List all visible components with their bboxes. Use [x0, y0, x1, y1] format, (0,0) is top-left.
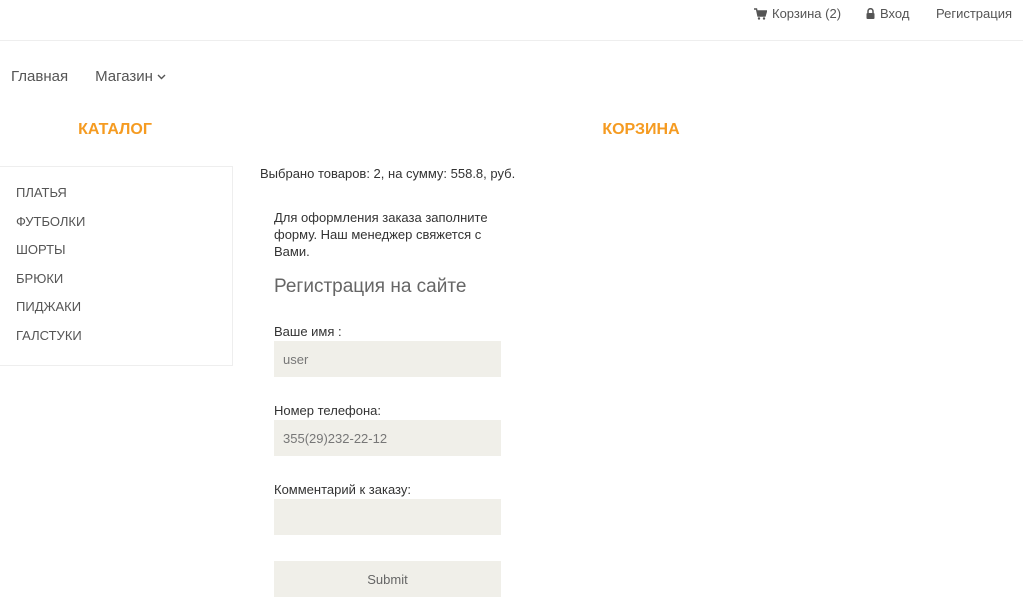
- cart-summary: Выбрано товаров: 2, на сумму: 558.8, руб…: [260, 166, 516, 181]
- name-field[interactable]: [274, 341, 501, 377]
- phone-label: Номер телефона:: [274, 403, 381, 418]
- comment-label: Комментарий к заказу:: [274, 482, 411, 497]
- phone-field[interactable]: [274, 420, 501, 456]
- cart-icon: [754, 7, 767, 20]
- cart-link-label: Корзина (2): [772, 6, 842, 21]
- nav-shop[interactable]: Магазин: [95, 68, 166, 85]
- catalog-item-trousers[interactable]: БРЮКИ: [0, 270, 232, 299]
- lock-icon: [866, 8, 875, 19]
- form-title: Регистрация на сайте: [274, 276, 467, 297]
- order-intro-text: Для оформления заказа заполните форму. Н…: [274, 210, 488, 259]
- submit-button[interactable]: Submit: [274, 561, 501, 597]
- nav-shop-label: Магазин: [95, 68, 153, 85]
- register-link-label: Регистрация: [936, 6, 1012, 21]
- main-nav: Главная Магазин: [11, 68, 166, 85]
- cart-link[interactable]: Корзина (2): [754, 6, 841, 21]
- name-label: Ваше имя :: [274, 324, 342, 339]
- comment-field[interactable]: [274, 499, 501, 535]
- catalog-item-tshirts[interactable]: ФУТБОЛКИ: [0, 213, 232, 242]
- catalog-title: КАТАЛОГ: [78, 121, 152, 138]
- catalog-item-jackets[interactable]: ПИДЖАКИ: [0, 298, 232, 327]
- cart-title: КОРЗИНА: [602, 121, 680, 138]
- catalog-item-ties[interactable]: ГАЛСТУКИ: [0, 327, 232, 356]
- catalog-list: ПЛАТЬЯ ФУТБОЛКИ ШОРТЫ БРЮКИ ПИДЖАКИ ГАЛС…: [0, 166, 233, 366]
- register-link[interactable]: Регистрация: [936, 6, 1012, 21]
- login-link[interactable]: Вход: [866, 6, 909, 21]
- nav-home[interactable]: Главная: [11, 68, 68, 85]
- chevron-down-icon: [157, 74, 166, 79]
- top-bar: Корзина (2) Вход Регистрация: [0, 0, 1023, 41]
- catalog-item-dresses[interactable]: ПЛАТЬЯ: [0, 184, 232, 213]
- catalog-item-shorts[interactable]: ШОРТЫ: [0, 241, 232, 270]
- login-link-label: Вход: [880, 6, 910, 21]
